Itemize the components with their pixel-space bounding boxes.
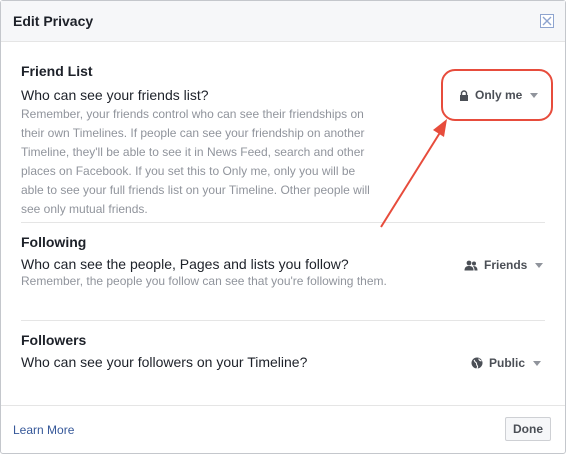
learn-more-link[interactable]: Learn More — [13, 423, 74, 437]
footer-divider — [1, 405, 565, 406]
annotation-arrow-icon — [380, 119, 447, 228]
edit-privacy-dialog: Edit Privacy Friend List Who can see you… — [0, 0, 566, 454]
done-button[interactable]: Done — [505, 417, 551, 441]
